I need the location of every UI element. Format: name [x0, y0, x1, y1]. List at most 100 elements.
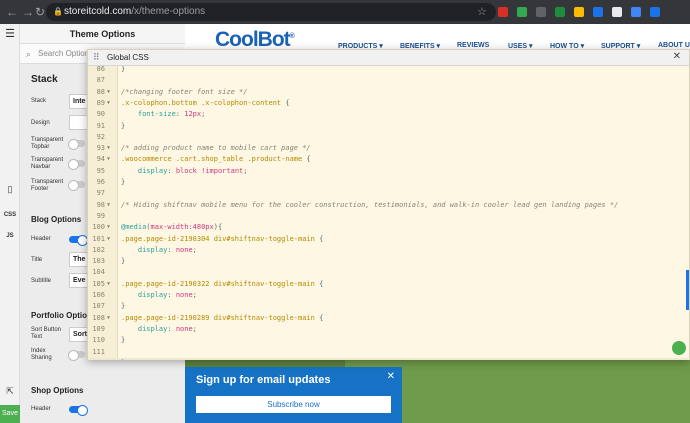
line-number: 92	[96, 132, 105, 141]
code-line[interactable]: 96}	[88, 177, 690, 188]
rail-css-button[interactable]: CSS	[0, 212, 20, 218]
line-number: 106	[92, 291, 105, 299]
close-icon[interactable]: ✕	[387, 371, 395, 382]
external-link-icon[interactable]: ⇱	[0, 386, 20, 397]
line-number: 88	[96, 87, 105, 96]
rail-js-button[interactable]: JS	[0, 233, 20, 239]
line-number: 109	[92, 324, 105, 333]
code-line[interactable]: 98 ▼ /* Hiding shiftnav mobile menu for th…	[88, 200, 690, 211]
code-line[interactable]: 103}	[88, 256, 690, 267]
code-line[interactable]: 91}	[88, 121, 690, 132]
fold-arrow-icon[interactable]: ▼	[107, 313, 110, 324]
address-bar[interactable]: 🔒 storeitcold.com/x/theme-options	[46, 3, 496, 21]
extension-icon[interactable]	[593, 7, 603, 17]
extension-icon[interactable]	[612, 7, 622, 17]
code-line[interactable]: 94 ▼ .woocommerce .cart.shop_table .produc…	[88, 154, 690, 165]
transparent-footer-label: Transparent Footer	[31, 179, 64, 192]
code-line[interactable]: 97	[88, 188, 690, 199]
line-number: 93	[96, 144, 105, 153]
subscribe-button[interactable]: Subscribe now	[196, 396, 391, 413]
code-line[interactable]: 110}	[88, 335, 690, 346]
code-line[interactable]: 111	[88, 347, 690, 358]
fold-arrow-icon[interactable]: ▼	[107, 154, 110, 165]
code-text: }	[121, 302, 126, 311]
extension-icon[interactable]	[631, 7, 641, 17]
code-text: }	[121, 121, 126, 130]
line-number: 86	[96, 66, 105, 73]
line-number: 101	[92, 234, 105, 243]
code-line[interactable]: 101 ▼ .page.page-id-2190304 div#shiftnav-t…	[88, 234, 690, 245]
code-text: }	[121, 257, 126, 266]
extension-icon[interactable]	[574, 7, 584, 17]
code-line[interactable]: 88 ▼ /*changing footer font size */	[88, 87, 690, 98]
editor-scrollbar[interactable]	[686, 270, 689, 310]
blog-header-toggle[interactable]	[69, 235, 88, 246]
extension-icon[interactable]	[555, 7, 565, 17]
shop-options-heading: Shop Options	[31, 386, 84, 395]
code-line[interactable]: 104	[88, 267, 690, 278]
close-icon[interactable]: ✕	[673, 51, 681, 62]
code-line[interactable]: 105 ▼ .page.page-id-2190322 div#shiftnav-t…	[88, 279, 690, 290]
extension-icon[interactable]	[536, 7, 546, 17]
transparent-navbar-toggle[interactable]	[68, 159, 85, 170]
code-area[interactable]: 86} 87 88 ▼/*changing footer font size */89…	[88, 66, 690, 360]
fold-arrow-icon[interactable]: ▼	[107, 98, 110, 109]
fold-arrow-icon[interactable]: ▼	[107, 279, 110, 290]
index-sharing-toggle[interactable]	[68, 350, 85, 361]
code-text: }	[121, 178, 126, 186]
code-line[interactable]: 109 display: none;	[88, 324, 690, 335]
code-line[interactable]: 102 display: none;	[88, 245, 690, 256]
editor-header[interactable]: ⠿ Global CSS ✕	[88, 50, 689, 66]
line-number: 99	[96, 211, 105, 220]
code-line[interactable]: 93 ▼ /* adding product name to mobile cart…	[88, 143, 690, 154]
bookmark-star-icon[interactable]: ☆	[477, 5, 487, 18]
code-text: .page.page-id-2190289 div#shiftnav-toggl…	[121, 313, 324, 322]
line-number: 95	[96, 166, 105, 175]
line-number: 89	[96, 98, 105, 107]
code-line[interactable]: 89 ▼ .x-colophon.bottom .x-colophon-conten…	[88, 98, 690, 109]
drag-handle-icon[interactable]: ⠿	[93, 52, 100, 63]
code-line[interactable]: 95 display: block !important;	[88, 166, 690, 177]
shop-header-toggle[interactable]	[69, 405, 88, 416]
save-button[interactable]: Save	[0, 405, 20, 423]
hamburger-icon[interactable]: ☰	[0, 27, 20, 40]
transparent-footer-toggle[interactable]	[68, 180, 85, 191]
browser-toolbar: ← → ↻ 🔒 storeitcold.com/x/theme-options …	[0, 0, 690, 24]
site-nav-item[interactable]: REVIEWS	[457, 42, 489, 49]
code-text: /*changing footer font size */	[121, 87, 248, 96]
site-nav-item[interactable]: ABOUT U	[658, 42, 690, 49]
code-line[interactable]: 112}	[88, 357, 690, 360]
logo-text: CoolBot	[215, 28, 291, 51]
transparent-topbar-toggle[interactable]	[68, 139, 85, 150]
code-text: }	[121, 336, 126, 345]
code-line[interactable]: 108 ▼ .page.page-id-2190289 div#shiftnav-t…	[88, 313, 690, 324]
extension-icon[interactable]	[498, 7, 508, 17]
mobile-preview-icon[interactable]: ▯	[0, 184, 20, 195]
code-line[interactable]: 99	[88, 211, 690, 222]
fold-arrow-icon[interactable]: ▼	[107, 222, 110, 233]
code-line[interactable]: 107}	[88, 301, 690, 312]
fold-arrow-icon[interactable]: ▼	[107, 143, 110, 154]
customizer-rail: ☰ ▯ CSS JS ⇱ Save	[0, 24, 20, 423]
stack-heading: Stack	[31, 74, 58, 85]
code-line[interactable]: 86}	[88, 66, 690, 75]
extension-icon[interactable]	[517, 7, 527, 17]
code-line[interactable]: 106 display: none;	[88, 290, 690, 301]
code-line[interactable]: 90 font-size: 12px;	[88, 109, 690, 120]
fold-arrow-icon[interactable]: ▼	[107, 234, 110, 245]
code-text: display: block !important;	[137, 166, 248, 175]
help-badge-icon[interactable]	[672, 341, 686, 355]
extension-icon[interactable]	[650, 7, 660, 17]
code-text: display: none;	[137, 291, 197, 299]
design-label: Design	[31, 120, 50, 126]
fold-arrow-icon[interactable]: ▼	[107, 200, 110, 211]
code-line[interactable]: 92	[88, 132, 690, 143]
code-line[interactable]: 87	[88, 75, 690, 86]
code-text: .page.page-id-2190322 div#shiftnav-toggl…	[121, 279, 324, 288]
transparent-navbar-label: Transparent Navbar	[31, 157, 64, 170]
line-number: 108	[92, 313, 105, 322]
code-line[interactable]: 100 ▼ @media(max-width:480px){	[88, 222, 690, 233]
fold-arrow-icon[interactable]: ▼	[107, 87, 110, 98]
back-icon[interactable]: ←	[4, 5, 20, 19]
logo-registered-mark: ®	[289, 33, 295, 40]
